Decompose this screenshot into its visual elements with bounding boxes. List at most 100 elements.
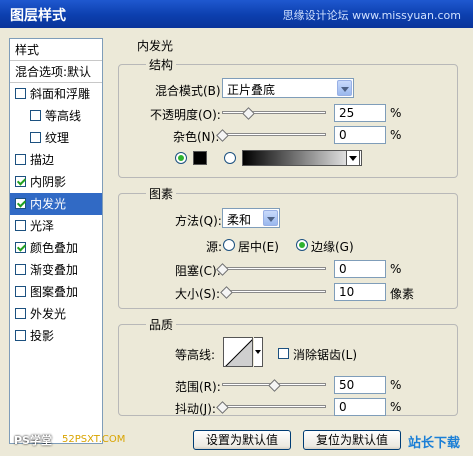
sidebar-item-label: 图案叠加 [30, 285, 79, 299]
blend-mode-select[interactable]: 正片叠底 [222, 78, 354, 98]
opacity-label: 不透明度(O): [150, 108, 221, 122]
size-slider[interactable] [220, 286, 326, 299]
sidebar-item[interactable]: 等高线 [10, 105, 102, 127]
noise-slider[interactable] [216, 129, 326, 142]
styles-header[interactable]: 样式 [10, 39, 102, 61]
sidebar-item[interactable]: 光泽 [10, 215, 102, 237]
sidebar-item[interactable]: 描边 [10, 149, 102, 171]
opacity-slider[interactable] [222, 107, 326, 120]
contour-dropdown-icon[interactable] [254, 337, 263, 367]
sidebar-item[interactable]: 颜色叠加 [10, 237, 102, 259]
range-unit: % [390, 378, 402, 392]
site-logo: 52PSXT.COM [62, 434, 126, 445]
source-edge-radio[interactable] [296, 239, 308, 251]
sidebar-item[interactable]: 图案叠加 [10, 281, 102, 303]
sidebar-item-label: 斜面和浮雕 [30, 87, 91, 101]
sidebar-checkbox[interactable] [15, 264, 26, 275]
jitter-input[interactable]: 0 [334, 398, 386, 416]
range-thumb[interactable] [268, 379, 281, 392]
sidebar-item[interactable]: 纹理 [10, 127, 102, 149]
noise-track [222, 133, 326, 136]
sidebar-checkbox[interactable] [15, 88, 26, 99]
noise-label: 杂色(N): [173, 130, 220, 144]
sidebar-item[interactable]: 内阴影 [10, 171, 102, 193]
sidebar-checkbox[interactable] [15, 154, 26, 165]
solid-color-radio[interactable] [175, 152, 187, 164]
gradient-dropdown-icon[interactable] [346, 150, 360, 166]
sidebar-item-label: 投影 [30, 329, 55, 343]
technique-value: 柔和 [227, 213, 252, 227]
chevron-down-icon [263, 210, 278, 226]
source-edge-label[interactable]: 边缘(G) [311, 238, 354, 255]
title-bar: 图层样式 思缘设计论坛 www.missyuan.com [0, 0, 473, 28]
source-center-radio[interactable] [223, 239, 235, 251]
sidebar-item[interactable]: 斜面和浮雕 [10, 83, 102, 105]
size-thumb[interactable] [220, 286, 234, 299]
set-default-button[interactable]: 设置为默认值 [193, 430, 291, 450]
gradient-preview[interactable] [242, 150, 362, 166]
sidebar-item[interactable]: 投影 [10, 325, 102, 347]
sidebar-item-label: 等高线 [45, 109, 82, 123]
antialias-label[interactable]: 消除锯齿(L) [293, 346, 357, 363]
reset-default-button[interactable]: 复位为默认值 [303, 430, 401, 450]
sidebar-checkbox[interactable] [30, 110, 41, 121]
technique-label: 方法(Q): [175, 214, 222, 228]
chevron-down-icon [337, 80, 352, 96]
blend-options-label: 混合选项:默认 [15, 65, 92, 79]
sidebar-checkbox[interactable] [15, 330, 26, 341]
sidebar-item-label: 渐变叠加 [30, 263, 79, 277]
sidebar-checkbox[interactable] [15, 220, 26, 231]
choke-slider[interactable] [216, 263, 326, 276]
sidebar-item-label: 内发光 [30, 197, 67, 211]
sidebar-checkbox[interactable] [30, 132, 41, 143]
sidebar-checkbox[interactable] [15, 286, 26, 297]
contour-preview[interactable] [223, 337, 253, 367]
opacity-unit: % [390, 106, 402, 120]
panel-title: 内发光 [137, 39, 174, 53]
sidebar-item-label: 颜色叠加 [30, 241, 79, 255]
glow-color-swatch[interactable] [193, 151, 207, 165]
technique-select[interactable]: 柔和 [222, 208, 280, 228]
size-unit: 像素 [390, 287, 415, 301]
sidebar-checkbox[interactable] [15, 308, 26, 319]
station-logo: 站长下载 [408, 436, 461, 451]
source-center-label[interactable]: 居中(E) [238, 238, 279, 255]
antialias-checkbox[interactable] [278, 348, 289, 359]
choke-input[interactable]: 0 [334, 260, 386, 278]
size-label: 大小(S): [175, 287, 221, 301]
size-input[interactable]: 10 [334, 283, 386, 301]
style-list: 样式 混合选项:默认 斜面和浮雕等高线纹理描边内阴影内发光光泽颜色叠加渐变叠加图… [9, 38, 103, 444]
jitter-label: 抖动(J): [175, 402, 216, 416]
blend-mode-label: 混合模式(B): [155, 84, 225, 98]
opacity-track [222, 111, 326, 114]
jitter-slider[interactable] [216, 401, 326, 414]
jitter-track [222, 405, 326, 408]
sidebar-checkbox[interactable] [15, 198, 26, 209]
contour-curve-icon [225, 339, 252, 366]
opacity-input[interactable]: 25 [334, 104, 386, 122]
blend-options-default[interactable]: 混合选项:默认 [10, 61, 102, 83]
opacity-thumb[interactable] [242, 107, 255, 120]
sidebar-item[interactable]: 渐变叠加 [10, 259, 102, 281]
styles-header-label: 样式 [15, 43, 40, 57]
sidebar-item-label: 外发光 [30, 307, 67, 321]
structure-label: 结构 [146, 56, 177, 73]
gradient-radio[interactable] [224, 152, 236, 164]
range-label: 范围(R): [175, 380, 221, 394]
sidebar-item[interactable]: 内发光 [10, 193, 102, 215]
noise-unit: % [390, 128, 402, 142]
contour-label: 等高线: [175, 348, 216, 362]
sidebar-item[interactable]: 外发光 [10, 303, 102, 325]
sidebar-item-label: 描边 [30, 153, 55, 167]
choke-track [222, 267, 326, 270]
noise-input[interactable]: 0 [334, 126, 386, 144]
sidebar-checkbox[interactable] [15, 176, 26, 187]
range-input[interactable]: 50 [334, 376, 386, 394]
source-label: 源: [206, 240, 223, 254]
window-title: 图层样式 [10, 8, 66, 24]
sidebar-checkbox[interactable] [15, 242, 26, 253]
elements-label: 图素 [146, 185, 177, 202]
choke-label: 阻塞(C): [175, 264, 221, 278]
sidebar-item-label: 内阴影 [30, 175, 67, 189]
range-slider[interactable] [222, 379, 326, 392]
